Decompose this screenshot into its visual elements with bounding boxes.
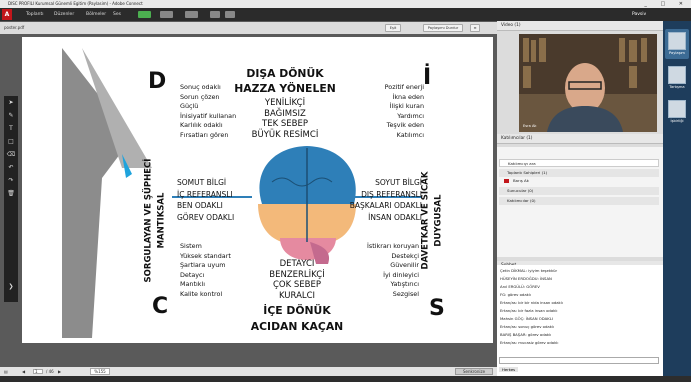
host-name[interactable]: Barış Ak [499, 177, 659, 185]
arrow-icon[interactable]: ➤ [4, 96, 18, 109]
status-icon[interactable] [225, 11, 235, 18]
stop-sharing-button[interactable]: Paylaşımı Durdur [423, 24, 463, 32]
c-traits-list: Sistem Yüksek standart Şartlara uyum Detay… [180, 242, 231, 298]
chat-message: Ertan/as: mucasiz görev odaklı [500, 340, 559, 345]
speaker-icon[interactable] [160, 11, 173, 18]
sync-button[interactable]: Eşit [385, 24, 401, 32]
video-name-label: Esra Ak [523, 124, 537, 128]
pen-icon[interactable]: ✎ [4, 109, 18, 122]
menu-icon[interactable]: ❯ [4, 280, 18, 293]
bottom-center-list: DETAYCI BENZERLİKÇİ ÇOK SEBEP KURALCI [269, 259, 325, 301]
share-pod-header: poster.pdf Eşit Paylaşımı Durdur ≡ [0, 22, 497, 34]
window-titlebar: DISC PROFILI Kurumsal Günemli Egitim (Pa… [0, 0, 691, 8]
video-pod-title: Video (1) [497, 21, 663, 31]
letter-s: S [429, 296, 445, 321]
page-total: / 46 [46, 369, 54, 374]
group-participants[interactable]: Katılımcılar (0) [499, 197, 659, 205]
left-vertical-label: SORGULAYAN VE ŞÜPHECİ MANTIKSAL [143, 158, 167, 283]
camera-icon[interactable] [185, 11, 198, 18]
group-presenters[interactable]: Sunucular (0) [499, 187, 659, 195]
layout-sharing[interactable]: Paylaşım [665, 29, 689, 59]
bottom-title-2: ACIDAN KAÇAN [250, 320, 344, 333]
attendees-list: Katılımcıyı ara Toplantı Sahipleri (1) B… [497, 147, 663, 257]
menu-pods[interactable]: Bölmeler [86, 8, 106, 21]
chat-message: BARIŞ BAŞAR: görev odaklı [500, 332, 552, 337]
pod-menu-icon[interactable]: ≡ [470, 24, 480, 32]
menu-meeting[interactable]: Toplantı [26, 8, 43, 21]
taskbar [0, 376, 691, 382]
layout-discussion[interactable]: Tartışma [665, 63, 689, 93]
presenter-label: Pavsiv [632, 12, 647, 17]
attendee-search[interactable]: Katılımcıyı ara [499, 159, 659, 167]
host-icon [504, 179, 509, 183]
adobe-logo: A [2, 9, 12, 20]
right-vertical-label: DAVETKAR VE SICAK DUYGUSAL [420, 171, 444, 270]
zoom-select[interactable]: %155 [90, 368, 110, 375]
chat-message: Mahsin GÖÇ: İNSAN ODAKLI [500, 316, 553, 321]
right-mid-list: SOYUT BİLGİ DIŞ REFERANSLI BAŞKALARI ODAK… [349, 178, 422, 222]
letter-i: İ [423, 65, 432, 90]
next-page-icon[interactable]: ▶ [58, 367, 61, 376]
trash-icon[interactable]: 🗑 [4, 187, 18, 200]
letter-c: C [152, 294, 169, 319]
i-traits-list: Pozitif enerji İkna eden İlişki kuran Yard… [384, 83, 424, 139]
bottom-title-1: İÇE DÖNÜK [263, 304, 331, 317]
chat-message: Ertan/as: bir bir nida insan odaklı [500, 300, 563, 305]
chat-message: FG: görev odaklı [500, 292, 531, 297]
chat-pod: Çetin DİKMAL: iyiyim teşekkür HÜSEYİN ER… [497, 265, 663, 376]
slide: D İ C S DIŞA DÖNÜK HAZZA YÖNELEN YENİLİK… [22, 37, 493, 343]
microphone-icon[interactable] [138, 11, 151, 18]
top-title-1: DIŞA DÖNÜK [246, 67, 324, 80]
document-filename: poster.pdf [4, 25, 25, 30]
raise-hand-icon[interactable] [210, 11, 220, 18]
window-title: DISC PROFILI Kurumsal Günemli Egitim (Pa… [8, 1, 143, 6]
chat-message: Ertan/as: bir fazla insan odaklı [500, 308, 558, 313]
s-traits-list: İstikrarı koruyan Destekçi Güvenilir İyi d… [367, 242, 419, 298]
chat-message: Anıl ERGÜLÜ: GÖREV [500, 284, 540, 289]
sync-bottom-button[interactable]: Senkronize [455, 368, 493, 375]
slide-decor-shape [62, 48, 152, 338]
shape-icon[interactable]: □ [4, 135, 18, 148]
attendees-title: Katılımcılar (1) [497, 134, 663, 144]
sidebar-toggle-icon[interactable]: ▤ [4, 367, 8, 376]
drawing-toolbar: ➤ ✎ T □ ⌫ ↶ ↷ 🗑 ❯ [4, 96, 18, 302]
undo-icon[interactable]: ↶ [4, 161, 18, 174]
text-icon[interactable]: T [4, 122, 18, 135]
layout-collaboration[interactable]: İşbirliği [665, 97, 689, 127]
menubar: Toplantı Düzenler Bölmeler Ses Pavsiv [0, 8, 691, 21]
document-bottombar: ▤ ◀ 1 / 46 ▶ %155 Senkronize [0, 367, 497, 376]
chat-message: Ertan/as: sonuç görev odaklı [500, 324, 555, 329]
redo-icon[interactable]: ↷ [4, 174, 18, 187]
chat-input[interactable] [499, 357, 659, 364]
menu-audio[interactable]: Ses [113, 8, 121, 21]
webcam-image [519, 34, 657, 132]
letter-d: D [148, 69, 167, 94]
chat-message: Çetin DİKMAL: iyiyim teşekkür [500, 268, 558, 273]
prev-page-icon[interactable]: ◀ [22, 367, 25, 376]
chat-tab-everyone[interactable]: Herkes [499, 367, 519, 372]
window-controls[interactable]: _ □ ✕ [644, 0, 689, 8]
page-number: 1 [35, 369, 38, 374]
video-feed: Esra Ak [519, 34, 657, 132]
left-mid-list: SOMUT BİLGİ İÇ REFERANSLI BEN ODAKLI GÖREV… [177, 178, 235, 222]
top-center-list: YENİLİKÇİ BAĞIMSIZ TEK SEBEP BÜYÜK RESİMCİ [251, 98, 319, 140]
eraser-icon[interactable]: ⌫ [4, 148, 18, 161]
group-hosts[interactable]: Toplantı Sahipleri (1) [499, 169, 659, 177]
d-traits-list: Sonuç odaklı Sorun çözen Güçlü İnisiyatif … [180, 83, 237, 139]
menu-layouts[interactable]: Düzenler [54, 8, 74, 21]
layouts-bar: Paylaşım Tartışma İşbirliği [663, 21, 691, 376]
chat-message: HÜSEYİN ERDOĞDU: İNSAN [500, 276, 552, 281]
